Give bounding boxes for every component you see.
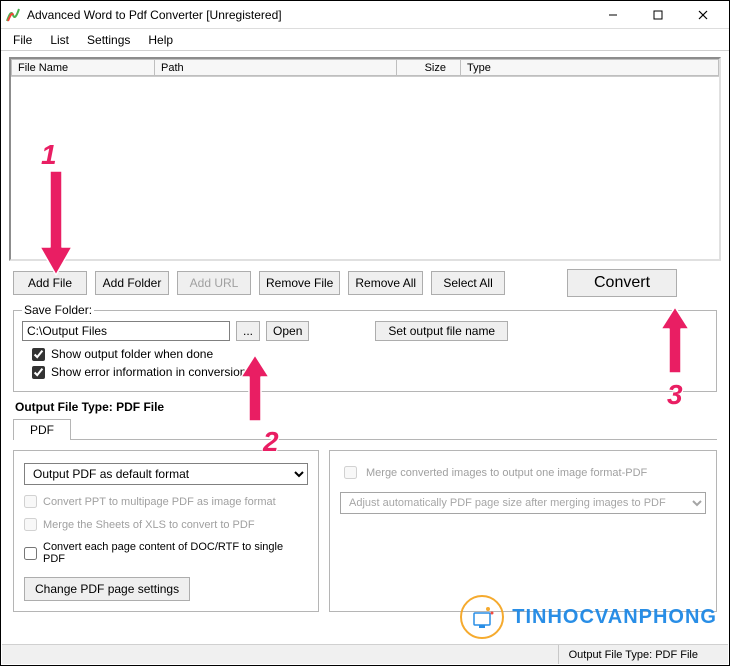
action-toolbar: Add File Add Folder Add URL Remove File … xyxy=(9,269,721,303)
show-errors-input[interactable] xyxy=(32,366,45,379)
each-page-input[interactable] xyxy=(24,547,37,560)
column-size[interactable]: Size xyxy=(397,59,461,76)
show-output-folder-label: Show output folder when done xyxy=(51,347,213,361)
add-folder-button[interactable]: Add Folder xyxy=(95,271,169,295)
save-folder-group: Save Folder: ... Open Set output file na… xyxy=(13,303,717,392)
table-header: File Name Path Size Type xyxy=(11,59,719,77)
set-output-name-button[interactable]: Set output file name xyxy=(375,321,508,341)
add-url-button: Add URL xyxy=(177,271,251,295)
minimize-button[interactable] xyxy=(590,1,635,29)
column-filename[interactable]: File Name xyxy=(11,59,155,76)
merge-xls-checkbox: Merge the Sheets of XLS to convert to PD… xyxy=(24,518,308,531)
window-controls xyxy=(590,1,725,29)
menubar: File List Settings Help xyxy=(1,29,729,51)
file-list-table: File Name Path Size Type xyxy=(9,57,721,261)
each-page-label: Convert each page content of DOC/RTF to … xyxy=(43,541,308,565)
adjust-page-size-select: Adjust automatically PDF page size after… xyxy=(340,492,706,514)
merge-images-label: Merge converted images to output one ima… xyxy=(366,467,647,479)
merge-images-checkbox: Merge converted images to output one ima… xyxy=(340,463,706,482)
show-output-folder-input[interactable] xyxy=(32,348,45,361)
watermark-text: TINHOCVANPHONG xyxy=(512,606,717,629)
output-format-select[interactable]: Output PDF as default format xyxy=(24,463,308,485)
titlebar: Advanced Word to Pdf Converter [Unregist… xyxy=(1,1,729,29)
change-pdf-settings-button[interactable]: Change PDF page settings xyxy=(24,577,190,601)
column-path[interactable]: Path xyxy=(155,59,397,76)
window-title: Advanced Word to Pdf Converter [Unregist… xyxy=(27,8,590,22)
save-folder-legend: Save Folder: xyxy=(22,303,94,317)
open-folder-button[interactable]: Open xyxy=(266,321,309,341)
watermark: TINHOCVANPHONG xyxy=(460,595,717,639)
convert-ppt-checkbox: Convert PPT to multipage PDF as image fo… xyxy=(24,495,308,508)
maximize-button[interactable] xyxy=(635,1,680,29)
convert-ppt-input xyxy=(24,495,37,508)
each-page-checkbox[interactable]: Convert each page content of DOC/RTF to … xyxy=(24,541,308,565)
menu-list[interactable]: List xyxy=(42,31,77,49)
merge-images-input xyxy=(344,466,357,479)
statusbar: Output File Type: PDF File xyxy=(2,644,728,664)
app-icon xyxy=(5,7,21,23)
image-merge-panel: Merge converted images to output one ima… xyxy=(329,450,717,612)
show-errors-checkbox[interactable]: Show error information in conversion xyxy=(32,365,708,379)
column-type[interactable]: Type xyxy=(461,59,719,76)
remove-all-button[interactable]: Remove All xyxy=(348,271,423,295)
select-all-button[interactable]: Select All xyxy=(431,271,505,295)
status-output-type: Output File Type: PDF File xyxy=(558,645,708,664)
merge-xls-input xyxy=(24,518,37,531)
browse-button[interactable]: ... xyxy=(236,321,260,341)
output-file-type-label: Output File Type: PDF File xyxy=(15,400,721,414)
menu-settings[interactable]: Settings xyxy=(79,31,138,49)
add-file-button[interactable]: Add File xyxy=(13,271,87,295)
watermark-logo-icon xyxy=(460,595,504,639)
options-panels: Output PDF as default format Convert PPT… xyxy=(9,440,721,612)
convert-button[interactable]: Convert xyxy=(567,269,677,297)
show-output-folder-checkbox[interactable]: Show output folder when done xyxy=(32,347,708,361)
show-errors-label: Show error information in conversion xyxy=(51,365,246,379)
tab-pdf[interactable]: PDF xyxy=(13,419,71,440)
close-button[interactable] xyxy=(680,1,725,29)
menu-help[interactable]: Help xyxy=(140,31,181,49)
merge-xls-label: Merge the Sheets of XLS to convert to PD… xyxy=(43,519,255,531)
tab-strip: PDF xyxy=(13,418,717,440)
convert-ppt-label: Convert PPT to multipage PDF as image fo… xyxy=(43,496,276,508)
output-path-input[interactable] xyxy=(22,321,230,341)
remove-file-button[interactable]: Remove File xyxy=(259,271,340,295)
table-body[interactable] xyxy=(11,77,719,259)
pdf-options-panel: Output PDF as default format Convert PPT… xyxy=(13,450,319,612)
menu-file[interactable]: File xyxy=(5,31,40,49)
